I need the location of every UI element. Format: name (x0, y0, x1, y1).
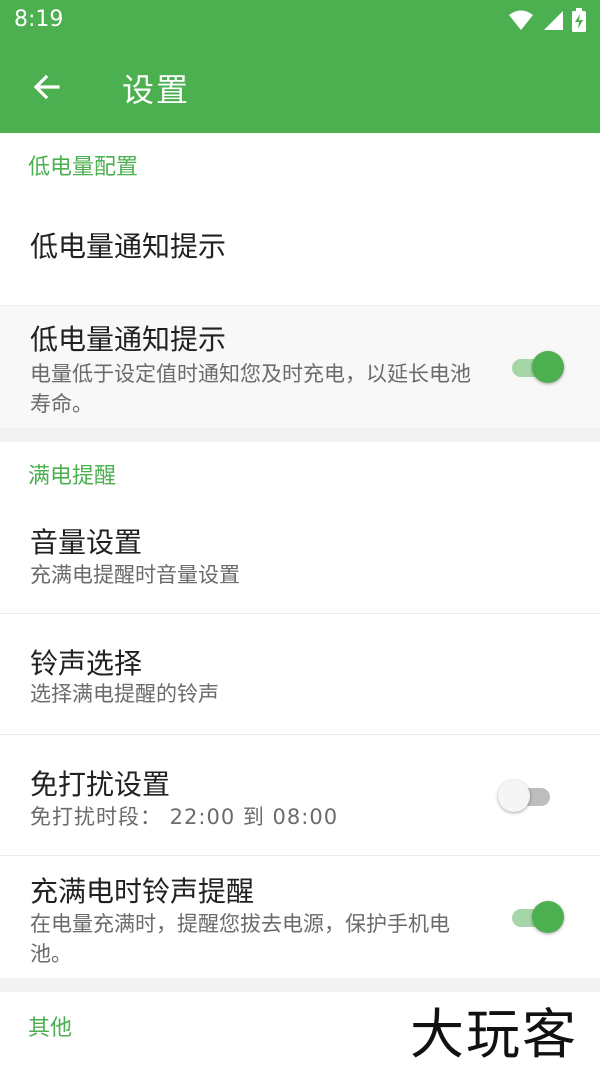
watermark: 大玩客 (410, 1003, 578, 1066)
low-battery-notify-setting[interactable]: 低电量通知提示 (0, 195, 600, 305)
back-button[interactable] (28, 68, 66, 106)
low-battery-notify-toggle-row[interactable]: 低电量通知提示 电量低于设定值时通知您及时充电，以延长电池寿命。 (0, 306, 600, 428)
setting-summary: 选择满电提醒的铃声 (30, 682, 219, 706)
setting-title: 铃声选择 (30, 647, 143, 680)
status-icons (508, 7, 586, 33)
setting-summary: 在电量充满时，提醒您拔去电源，保护手机电池。 (30, 912, 450, 966)
setting-summary: 免打扰时段： 22:00 到 08:00 (30, 805, 339, 829)
page-title: 设置 (122, 71, 191, 109)
section-gap (0, 428, 600, 442)
setting-title: 充满电时铃声提醒 (30, 875, 255, 908)
app-bar: 设置 (0, 40, 600, 133)
toggle-thumb (532, 351, 564, 383)
setting-summary: 电量低于设定值时通知您及时充电，以延长电池寿命。 (30, 362, 471, 416)
dnd-toggle[interactable] (498, 779, 554, 813)
section-header-full-charge: 满电提醒 (28, 464, 117, 489)
volume-setting[interactable]: 音量设置 充满电提醒时音量设置 (0, 505, 600, 613)
dnd-setting[interactable]: 免打扰设置 免打扰时段： 22:00 到 08:00 (0, 735, 600, 855)
setting-title: 免打扰设置 (30, 768, 171, 801)
section-header-other: 其他 (28, 1016, 73, 1041)
ringtone-setting[interactable]: 铃声选择 选择满电提醒的铃声 (0, 614, 600, 734)
full-charge-ring-setting[interactable]: 充满电时铃声提醒 在电量充满时，提醒您拔去电源，保护手机电池。 (0, 856, 600, 978)
wifi-icon (509, 10, 533, 30)
section-header-low-battery: 低电量配置 (28, 155, 139, 180)
status-bar: 8:19 (0, 0, 600, 40)
battery-charging-icon (572, 8, 586, 32)
setting-title: 音量设置 (30, 526, 143, 559)
status-time: 8:19 (14, 7, 64, 32)
setting-title: 低电量通知提示 (30, 323, 227, 356)
low-battery-toggle[interactable] (510, 350, 566, 384)
toggle-thumb (498, 780, 530, 812)
arrow-back-icon (33, 74, 60, 100)
setting-summary: 充满电提醒时音量设置 (30, 563, 240, 587)
toggle-thumb (532, 901, 564, 933)
signal-icon (544, 11, 563, 30)
full-charge-ring-toggle[interactable] (510, 900, 566, 934)
setting-title: 低电量通知提示 (30, 230, 227, 263)
